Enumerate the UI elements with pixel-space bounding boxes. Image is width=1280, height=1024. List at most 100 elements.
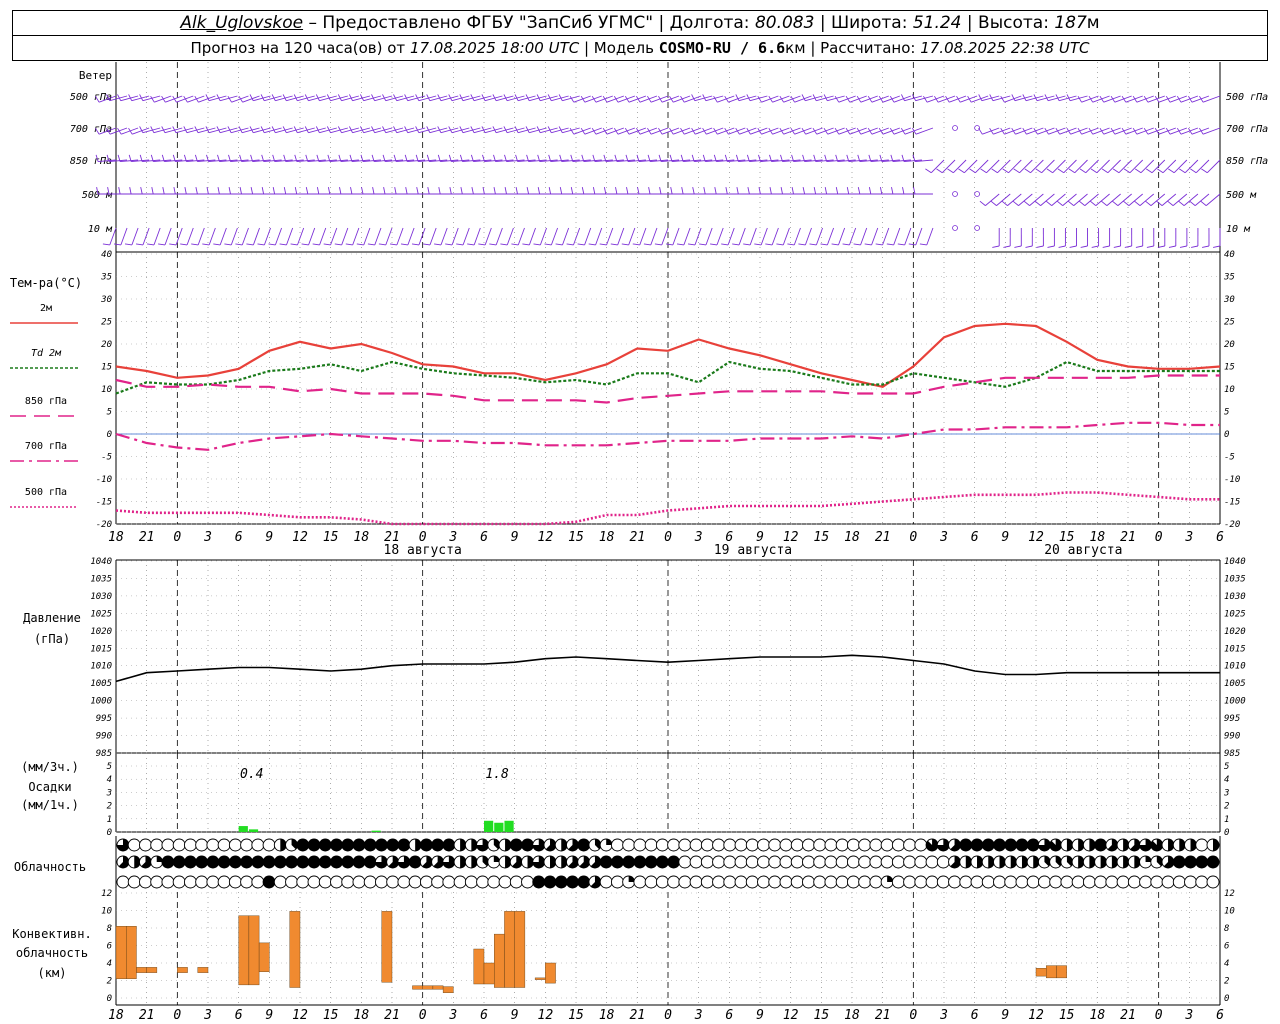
cloud-circle — [1139, 875, 1153, 889]
wind-barb — [1008, 159, 1022, 174]
wind-barb-feather — [581, 187, 585, 195]
wind-barb — [1128, 193, 1144, 206]
cloud-fill — [341, 839, 354, 851]
conv-axis-hour-tick: 6 — [971, 1008, 979, 1023]
wind-barb-feather — [947, 168, 954, 174]
temp-ytick: -10 — [96, 475, 112, 485]
cloud-fill — [308, 856, 321, 868]
pressure-unit: (гПа) — [34, 632, 70, 646]
wind-barb-feather — [925, 168, 932, 174]
wind-barb — [473, 227, 481, 246]
wind-barb-feather — [1112, 200, 1119, 206]
wind-barb-feather — [868, 187, 872, 195]
pressure-ytick: 1040 — [90, 557, 112, 567]
wind-barb-feather — [227, 95, 232, 103]
wind-barb-feather — [891, 187, 894, 195]
precip-total: 1.8 — [485, 767, 509, 782]
cloud-fill — [982, 839, 995, 851]
cloud-circle — [1195, 875, 1209, 889]
wind-barb-feather — [500, 243, 508, 246]
wind-barb-feather — [1202, 245, 1210, 248]
conv-bar — [514, 911, 526, 988]
wind-barb-feather — [515, 187, 518, 195]
cloud-title: Облачность — [14, 860, 86, 874]
wind-barb — [716, 227, 724, 246]
cloud-circle — [1071, 875, 1085, 889]
cloud-fill — [532, 876, 545, 888]
calm-circle — [952, 125, 958, 131]
wind-barb-feather — [1023, 200, 1030, 206]
wind-barb-feather — [239, 187, 242, 195]
cloud-fill — [397, 839, 410, 851]
wind-barb-feather — [978, 127, 983, 135]
wind-barb — [1194, 193, 1210, 206]
cloud-circle — [240, 838, 254, 852]
conv-axis-hour-tick: 0 — [419, 1008, 427, 1023]
wind-barb — [1019, 159, 1033, 174]
cloud-fill — [229, 856, 242, 868]
wind-barb-feather — [235, 243, 243, 246]
wind-barb-feather — [471, 187, 474, 195]
wind-barb-feather — [1168, 168, 1175, 174]
temp-axis-hour-tick: 0 — [173, 530, 181, 545]
temp-axis-hour-tick: 3 — [694, 530, 703, 545]
wind-barb-feather — [445, 243, 453, 246]
cloud-circle — [1049, 875, 1063, 889]
cloud-circle — [1094, 875, 1108, 889]
wind-barb — [996, 193, 1011, 206]
wind-barb-feather — [279, 243, 287, 246]
cloud-circle — [936, 855, 950, 869]
wind-barb-feather — [570, 187, 574, 195]
wind-barb — [1139, 193, 1155, 206]
cloud-circle — [981, 875, 995, 889]
cloud-circle — [779, 875, 793, 889]
wind-barb-feather — [769, 187, 772, 195]
wind-barb — [617, 227, 625, 246]
wind-barb-feather — [710, 243, 718, 246]
cloud-circle — [768, 838, 782, 852]
wind-barb-feather — [367, 243, 375, 246]
cloud-circle — [745, 875, 759, 889]
cloud-circle — [757, 875, 770, 889]
temp-ytick: 30 — [100, 295, 112, 305]
wind-barb-feather — [533, 243, 541, 246]
wind-barb — [1107, 159, 1121, 174]
cloud-circle — [970, 875, 984, 889]
wind-barb — [893, 227, 901, 246]
wind-barb — [930, 159, 945, 174]
cloud-circle — [700, 855, 714, 869]
wind-barb-feather — [162, 187, 165, 195]
wind-barb-feather — [791, 187, 794, 195]
cloud-circle — [779, 855, 793, 869]
wind-barb-feather — [489, 243, 497, 246]
wind-barb-feather — [676, 243, 684, 246]
cloud-circle — [228, 838, 242, 852]
cloud-circle — [858, 875, 872, 889]
cloud-fill — [633, 856, 646, 868]
temp-ytick: 20 — [101, 340, 112, 350]
pressure-ytick-right: 1035 — [1224, 574, 1246, 584]
cloud-circle — [925, 855, 939, 869]
wind-barb-feather — [1201, 168, 1208, 174]
wind-barb-feather — [923, 95, 928, 103]
wind-barb — [407, 227, 415, 246]
wind-barb — [882, 227, 890, 246]
cloud-fill — [993, 839, 1006, 851]
wind-barb — [1140, 159, 1155, 174]
wind-barb-feather — [405, 187, 408, 195]
precip-title-3: (мм/1ч.) — [21, 798, 79, 812]
conv-bar — [177, 967, 188, 973]
wind-barb-feather — [1080, 245, 1088, 248]
wind-level-label: 700 гПа — [70, 124, 112, 135]
calm-circle — [974, 225, 981, 231]
cloud-circle — [498, 875, 512, 889]
cloud-circle — [925, 875, 939, 889]
cloud-fill — [240, 856, 253, 868]
temp-ytick: 15 — [101, 363, 112, 373]
cloud-fill — [364, 856, 377, 868]
wind-barb — [263, 227, 271, 246]
temp-axis-hour-tick: 0 — [909, 530, 917, 545]
wind-barb — [1073, 193, 1088, 206]
wind-barb-feather — [1168, 245, 1176, 248]
wind-barb — [904, 227, 912, 246]
